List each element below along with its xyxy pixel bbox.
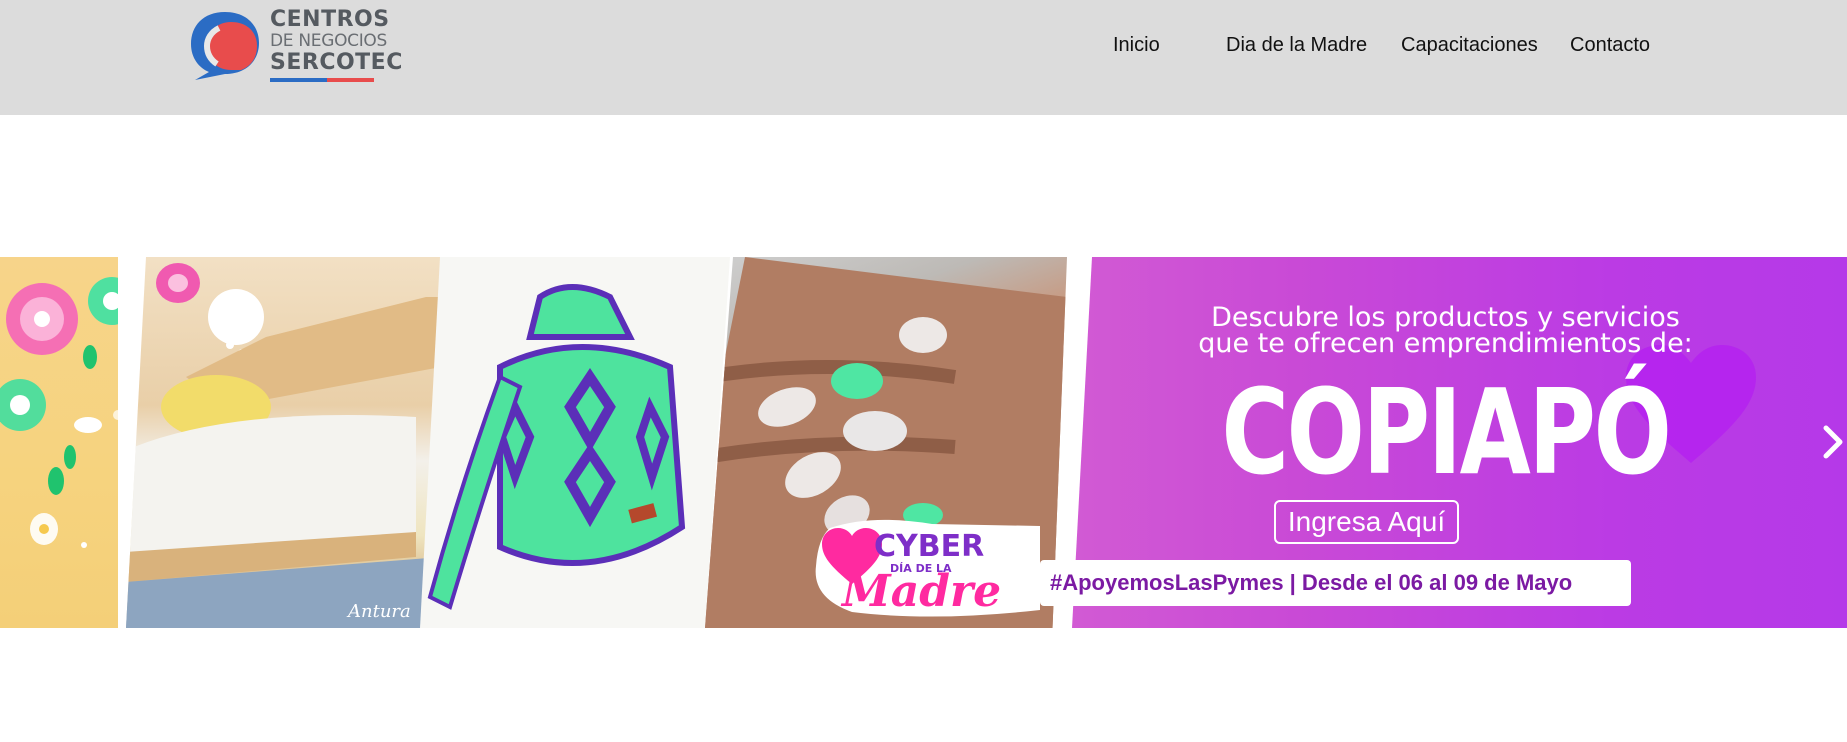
logo-line-sercotec: SERCOTEC <box>270 50 403 75</box>
nav-item-capacitaciones[interactable]: Capacitaciones <box>1401 30 1538 60</box>
promo-headline-line2: que te ofrecen emprendimientos de: <box>1198 328 1693 359</box>
banner-panel-flowers <box>0 257 118 628</box>
nav-item-inicio[interactable]: Inicio <box>1113 30 1160 60</box>
nav-item-contacto[interactable]: Contacto <box>1570 30 1650 60</box>
banner-panel-lemon-pie: Antura <box>126 257 441 628</box>
lemon-pie-image <box>126 263 441 628</box>
logo-underline <box>270 78 374 82</box>
speech-bubble-logo-icon <box>191 12 259 80</box>
nav-item-dia-de-la-madre[interactable]: Dia de la Madre <box>1226 30 1367 60</box>
site-logo[interactable]: CENTROS DE NEGOCIOS SERCOTEC <box>185 6 402 84</box>
ingresa-aqui-button[interactable]: Ingresa Aquí <box>1274 500 1459 544</box>
site-header: CENTROS DE NEGOCIOS SERCOTEC Inicio Dia … <box>0 0 1847 115</box>
flowers-illustration-icon <box>0 277 118 548</box>
photo-signature: Antura <box>348 601 411 622</box>
logo-line-negocios: DE NEGOCIOS <box>270 31 388 51</box>
badge-madre-text: Madre <box>840 566 1001 617</box>
promo-city-title: COPIAPÓ <box>1221 363 1671 501</box>
hashtag-date-bar: #ApoyemosLasPymes | Desde el 06 al 09 de… <box>1040 560 1631 606</box>
banner-panel-crochet-bag <box>420 257 730 628</box>
logo-line-centros: CENTROS <box>270 7 390 32</box>
badge-shape: CYBER DÍA DE LA Madre <box>815 519 1040 617</box>
cyber-dia-de-la-madre-badge: CYBER DÍA DE LA Madre <box>812 518 1042 618</box>
chevron-right-icon[interactable] <box>1818 422 1847 462</box>
crochet-bag-image <box>427 284 686 610</box>
badge-cyber-text: CYBER <box>874 529 984 564</box>
logo-text: CENTROS DE NEGOCIOS SERCOTEC <box>270 8 403 75</box>
